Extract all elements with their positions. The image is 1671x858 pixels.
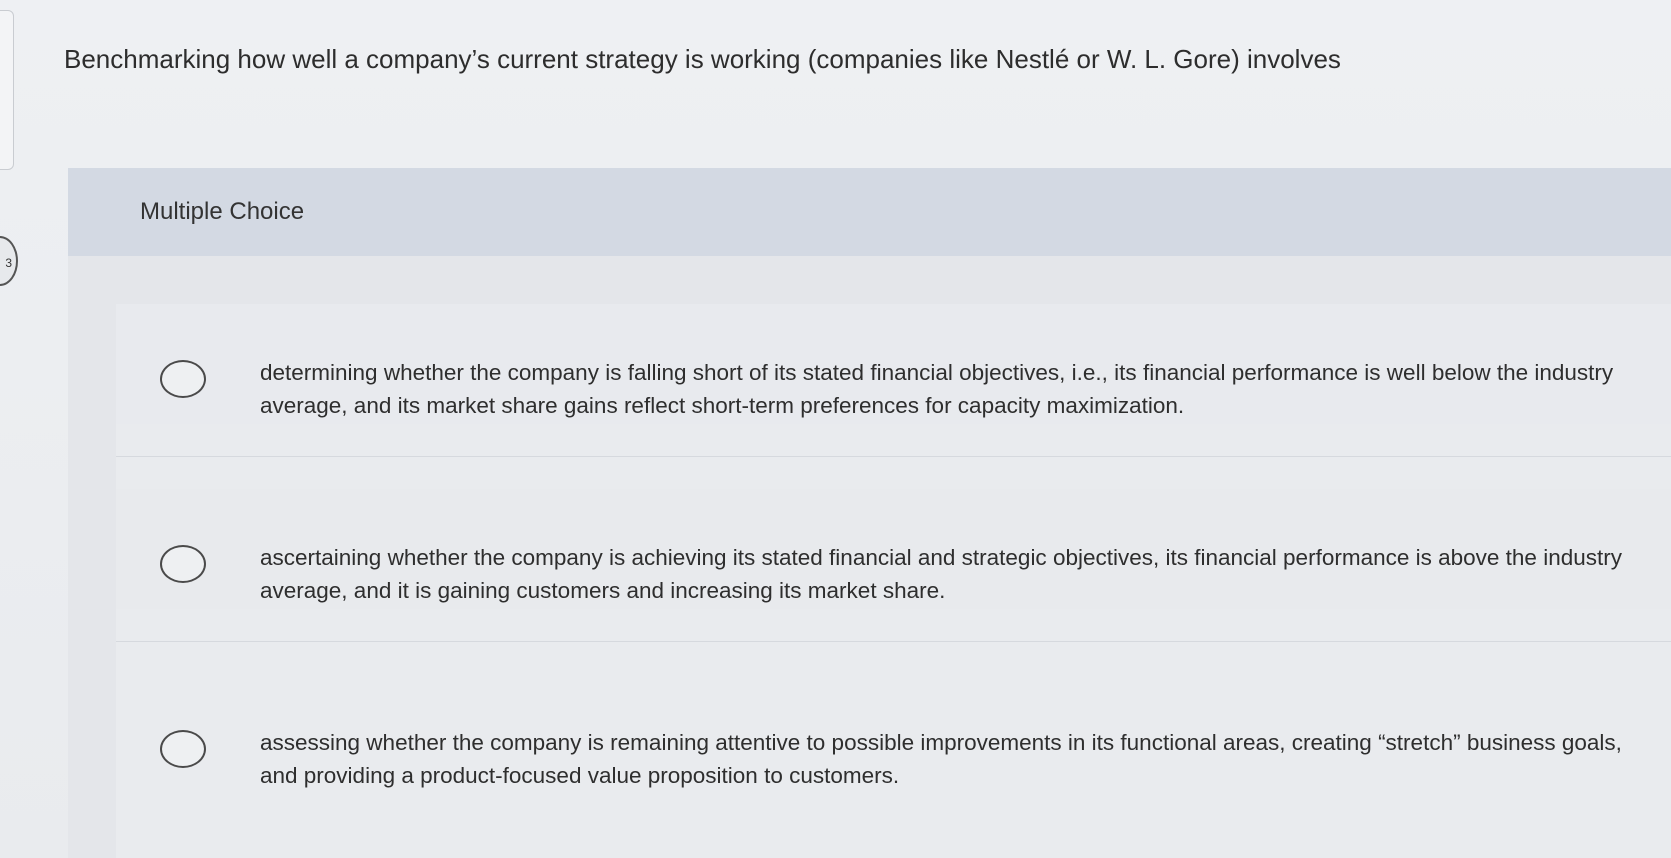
multiple-choice-header: Multiple Choice [68,168,1671,256]
multiple-choice-label: Multiple Choice [140,198,305,225]
radio-button-option-2[interactable] [160,545,206,583]
radio-button-option-3[interactable] [160,730,206,768]
answer-option-2[interactable]: ascertaining whether the company is achi… [116,489,1671,609]
question-text: Benchmarking how well a company’s curren… [64,44,1341,74]
option-divider [116,456,1671,457]
quiz-page: 3 Benchmarking how well a company’s curr… [0,0,1671,858]
answer-options-area: determining whether the company is falli… [68,256,1671,858]
radio-button-option-1[interactable] [160,360,206,398]
question-number-badge[interactable]: 3 [0,236,18,286]
answer-option-3-text[interactable]: assessing whether the company is remaini… [260,726,1630,792]
answer-options-list: determining whether the company is falli… [116,304,1671,858]
answer-option-2-text[interactable]: ascertaining whether the company is achi… [260,541,1630,607]
option-divider [116,641,1671,642]
left-edge-panel [0,10,14,170]
answer-option-1[interactable]: determining whether the company is falli… [116,304,1671,424]
answer-option-1-text[interactable]: determining whether the company is falli… [260,356,1630,422]
answer-option-3[interactable]: assessing whether the company is remaini… [116,674,1671,794]
